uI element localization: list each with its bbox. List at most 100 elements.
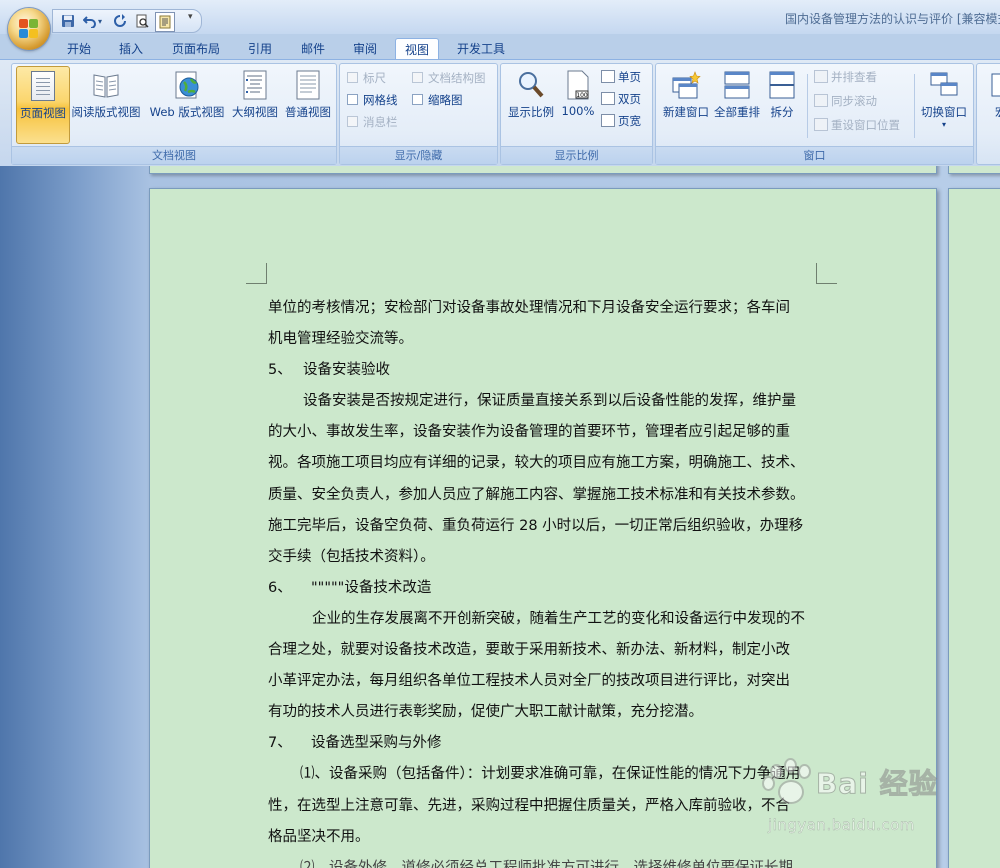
macros-icon: [987, 70, 1000, 100]
new-window-icon: [671, 70, 701, 100]
group-window: 新建窗口 全部重排 拆分 并排查看 同步滚动 重设窗口位置 切换窗口 ▾ 窗口: [655, 63, 974, 165]
tab-mailings[interactable]: 邮件: [294, 38, 332, 60]
gridlines-checkbox[interactable]: 网格线: [347, 92, 398, 108]
split-icon: [767, 70, 797, 100]
previous-page-bottom-right: [948, 166, 1000, 174]
web-layout-button[interactable]: Web 版式视图: [146, 66, 228, 142]
group-label-document-views: 文档视图: [12, 146, 336, 164]
tab-view[interactable]: 视图: [395, 38, 439, 61]
paragraph-line: 机电管理经验交流等。: [268, 331, 413, 348]
watermark-url: jingyan.baidu.com: [768, 816, 915, 834]
svg-text:100: 100: [576, 92, 588, 99]
group-macros-partial: 宏: [976, 63, 1000, 165]
switch-windows-icon: [929, 70, 959, 100]
document-body[interactable]: 单位的考核情况；安检部门对设备事故处理情况和下月设备安全运行要求；各车间 机电管…: [268, 293, 843, 868]
reading-layout-icon: [91, 70, 121, 100]
switch-windows-button[interactable]: 切换窗口 ▾: [917, 66, 971, 142]
baidu-jingyan-watermark: Bai 经验 jingyan.baidu.com: [758, 756, 978, 846]
one-page-icon: [601, 70, 615, 83]
watermark-text: Bai 经验: [816, 767, 938, 801]
tab-home[interactable]: 开始: [60, 38, 98, 60]
document-icon[interactable]: [155, 12, 175, 32]
zoom-100-button[interactable]: 100 100%: [558, 66, 598, 142]
document-map-checkbox[interactable]: 文档结构图: [412, 70, 486, 86]
page-100-icon: 100: [563, 70, 593, 100]
ribbon-tabs: 开始 插入 页面布局 引用 邮件 审阅 视图 开发工具: [0, 34, 1000, 61]
title-bar: ▾ ▾ 国内设备管理方法的认识与评价 [兼容模式: [0, 0, 1000, 34]
section-heading: 5、 设备安装验收: [268, 362, 390, 379]
outline-icon: [240, 70, 270, 100]
quick-access-toolbar: ▾: [52, 9, 202, 33]
save-icon[interactable]: [59, 12, 77, 30]
margin-corner-top-right: [816, 263, 837, 284]
paragraph-line: 单位的考核情况；安检部门对设备事故处理情况和下月设备安全运行要求；各车间: [268, 300, 790, 316]
group-document-views: 页面视图 阅读版式视图 Web 版式视图 大纲视图 普通视图 文档视图: [11, 63, 337, 165]
view-side-by-side-button[interactable]: 并排查看: [814, 69, 877, 85]
print-layout-icon: [28, 71, 58, 101]
print-preview-icon[interactable]: [133, 12, 151, 30]
split-button[interactable]: 拆分: [764, 66, 800, 142]
tab-review[interactable]: 审阅: [346, 38, 384, 60]
window-title: 国内设备管理方法的认识与评价 [兼容模式: [785, 12, 1000, 26]
paragraph-line: 视。各项施工项目均应有详细的记录，较大的项目应有施工方案，明确施工、技术、: [268, 455, 805, 472]
paragraph-line: 交手续（包括技术资料）。: [268, 548, 435, 565]
group-label-window: 窗口: [656, 146, 973, 164]
one-page-button[interactable]: 单页: [601, 69, 641, 85]
group-label-zoom: 显示比例: [501, 146, 652, 164]
outline-button[interactable]: 大纲视图: [229, 66, 281, 142]
globe-icon: [172, 70, 202, 100]
ruler-checkbox[interactable]: 标尺: [347, 70, 386, 86]
paragraph-line: ⑴、设备采购（包括备件）：计划要求准确可靠，在保证性能的情况下力争通用: [300, 766, 801, 783]
section-heading: 6、 """""设备技术改造: [268, 579, 432, 596]
paragraph-line: 性，在选型上注意可靠、先进，采购过程中把握住质量关，严格入库前验收，不合: [268, 797, 790, 814]
margin-corner-top-left: [246, 263, 267, 284]
paragraph-line: 设备安装是否按规定进行，保证质量直接关系到以后设备性能的发挥，维护量: [303, 393, 796, 410]
redo-icon[interactable]: [111, 12, 129, 30]
paragraph-line: 的大小、事故发生率，设备安装作为设备管理的首要环节，管理者应引起足够的重: [268, 424, 790, 441]
print-layout-button[interactable]: 页面视图: [16, 66, 70, 144]
window-group-separator-2: [914, 74, 915, 138]
paragraph-line: 企业的生存发展离不开创新突破，随着生产工艺的变化和设备运行中发现的不: [312, 610, 805, 627]
customize-qat-icon[interactable]: ▾: [188, 12, 193, 22]
reset-position-icon: [814, 118, 828, 131]
zoom-button[interactable]: 显示比例: [505, 66, 557, 142]
arrange-all-icon: [722, 70, 752, 100]
message-bar-checkbox[interactable]: 消息栏: [347, 114, 398, 130]
page-width-icon: [601, 114, 615, 127]
reset-window-position-button[interactable]: 重设窗口位置: [814, 117, 900, 133]
side-by-side-icon: [814, 70, 828, 83]
paragraph-line: 小革评定办法，每月组织各单位工程技术人员对全厂的技改项目进行评比，对突出: [268, 673, 790, 690]
tab-references[interactable]: 引用: [241, 38, 279, 60]
document-area[interactable]: 单位的考核情况；安检部门对设备事故处理情况和下月设备安全运行要求；各车间 机电管…: [0, 166, 1000, 868]
full-screen-reading-button[interactable]: 阅读版式视图: [70, 66, 142, 142]
office-logo-icon: [19, 19, 39, 39]
draft-button[interactable]: 普通视图: [282, 66, 334, 142]
two-pages-button[interactable]: 双页: [601, 91, 641, 107]
ribbon: 页面视图 阅读版式视图 Web 版式视图 大纲视图 普通视图 文档视图 标尺 文…: [0, 59, 1000, 167]
paragraph-line-cut: ⑵、设备外修，道修必须经总工程师批准方可进行，选择维修单位要保证长期: [300, 859, 793, 868]
window-group-separator: [807, 74, 808, 138]
tab-developer[interactable]: 开发工具: [450, 38, 512, 60]
page-width-button[interactable]: 页宽: [601, 113, 641, 129]
section-heading: 7、 设备选型采购与外修: [268, 735, 442, 752]
tab-insert[interactable]: 插入: [112, 38, 150, 60]
paragraph-line: 施工完毕后，设备空负荷、重负荷运行 28 小时以后，一切正常后组织验收，办理移: [268, 517, 804, 534]
paragraph-line: 合理之处，就要对设备技术改造，要敢于采用新技术、新办法、新材料，制定小改: [268, 642, 790, 659]
group-label-show-hide: 显示/隐藏: [340, 146, 497, 164]
office-button[interactable]: [8, 8, 50, 50]
arrange-all-button[interactable]: 全部重排: [714, 66, 760, 142]
switch-windows-dropdown-icon: ▾: [941, 120, 946, 129]
previous-page-bottom: [149, 166, 937, 174]
macros-button[interactable]: 宏: [981, 66, 1000, 142]
new-window-button[interactable]: 新建窗口: [658, 66, 714, 142]
paragraph-line: 质量、安全负责人，参加人员应了解施工内容、掌握施工技术标准和有关技术参数。: [268, 486, 805, 503]
paragraph-line: 格品坚决不用。: [268, 828, 370, 845]
tab-page-layout[interactable]: 页面布局: [165, 38, 227, 60]
undo-dropdown-icon[interactable]: ▾: [95, 12, 105, 30]
paragraph-line: 有功的技术人员进行表彰奖励，促使广大职工献计献策，充分挖潜。: [268, 704, 703, 721]
draft-icon: [293, 70, 323, 100]
baidu-paw-icon: [758, 758, 818, 814]
thumbnails-checkbox[interactable]: 缩略图: [412, 92, 463, 108]
synchronous-scrolling-button[interactable]: 同步滚动: [814, 93, 877, 109]
two-pages-icon: [601, 92, 615, 105]
